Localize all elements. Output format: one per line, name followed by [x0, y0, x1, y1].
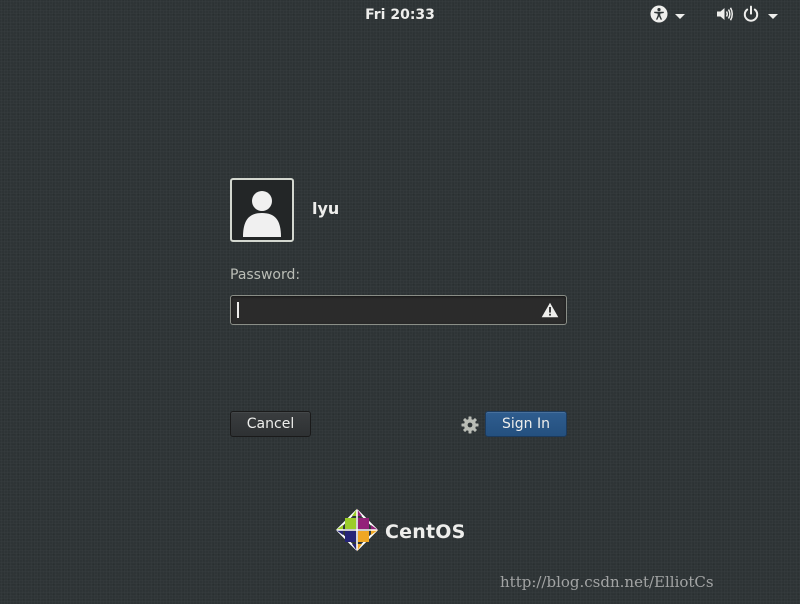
branding: CentOS — [335, 508, 466, 556]
centos-logo-icon — [335, 508, 379, 556]
text-cursor — [237, 302, 239, 318]
volume-icon — [716, 6, 734, 26]
chevron-down-icon — [768, 13, 778, 19]
chevron-down-icon — [675, 13, 685, 19]
power-icon — [742, 5, 760, 27]
cancel-button[interactable]: Cancel — [230, 411, 311, 437]
watermark: http://blog.csdn.net/ElliotCs — [500, 573, 714, 591]
top-bar: Fri 20:33 — [0, 0, 800, 30]
password-input[interactable] — [237, 299, 527, 321]
password-field[interactable] — [230, 295, 567, 325]
username[interactable]: lyu — [312, 199, 339, 218]
brand-name: CentOS — [385, 520, 466, 543]
accessibility-menu[interactable] — [650, 5, 692, 27]
warning-icon — [541, 302, 559, 318]
sign-in-button[interactable]: Sign In — [485, 411, 567, 437]
system-menu[interactable] — [716, 5, 788, 27]
password-label: Password: — [230, 267, 301, 283]
user-avatar-icon — [230, 178, 294, 242]
accessibility-icon — [650, 5, 668, 27]
gear-icon[interactable] — [461, 416, 479, 434]
